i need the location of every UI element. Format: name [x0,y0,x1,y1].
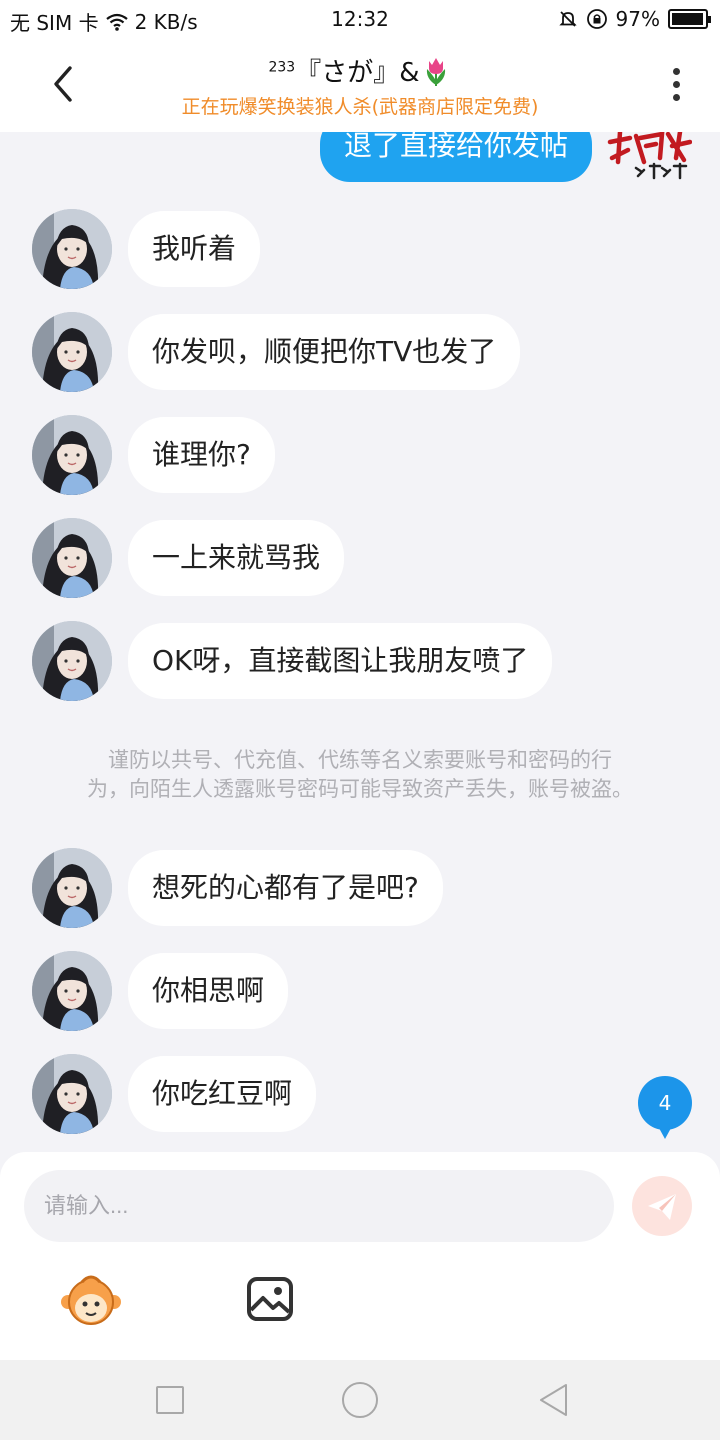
message-row: 你发呗，顺便把你TV也发了 [0,312,720,392]
contact-avatar[interactable] [32,848,112,928]
battery-percent: 97% [615,7,660,31]
recent-apps-button[interactable] [156,1386,184,1414]
contact-avatar[interactable] [32,209,112,289]
home-button[interactable] [342,1382,378,1418]
contact-avatar[interactable] [32,951,112,1031]
message-bubble[interactable]: 你相思啊 [128,953,289,1029]
message-bubble[interactable]: 你发呗，顺便把你TV也发了 [128,314,521,390]
message-row: 想死的心都有了是吧? [0,848,720,928]
contact-avatar[interactable] [32,518,112,598]
rotation-lock-icon [586,9,607,29]
message-bubble[interactable]: 想死的心都有了是吧? [128,850,443,926]
tulip-icon [426,58,445,86]
contact-avatar[interactable] [32,415,112,495]
portrait-image [32,415,112,495]
sent-avatar[interactable] [606,132,692,182]
portrait-image [32,312,112,392]
message-input[interactable] [24,1170,614,1242]
nav-back-icon[interactable] [536,1382,572,1418]
message-bubble[interactable]: OK呀，直接截图让我朋友喷了 [128,623,553,699]
chat-title: 233『さが』& [0,52,720,89]
message-row: OK呀，直接截图让我朋友喷了 [0,621,720,701]
contact-avatar[interactable] [32,621,112,701]
notice-line-1: 谨防以共号、代充值、代练等名义索要账号和密码的行 [108,748,612,772]
portrait-image [32,1054,112,1134]
input-panel [0,1152,720,1360]
status-right: 97% [558,7,711,31]
portrait-image [32,848,112,928]
contact-avatar[interactable] [32,312,112,392]
message-bubble[interactable]: 你吃红豆啊 [128,1056,317,1132]
status-bar: 无 SIM 卡 2 KB/s 12:32 97% [0,0,720,40]
message-row: 你相思啊 [0,951,720,1031]
title-text: 『さが』& [295,58,420,88]
battery-fill [672,13,704,25]
message-bubble[interactable]: 我听着 [128,211,261,287]
send-button[interactable] [632,1176,692,1236]
message-bubble[interactable]: 谁理你? [128,417,275,493]
contact-avatar[interactable] [32,1054,112,1134]
unread-count-badge[interactable]: 4 [638,1076,692,1139]
more-options-icon[interactable] [670,68,682,104]
message-bubble[interactable]: 一上来就骂我 [128,520,345,596]
security-notice: 谨防以共号、代充值、代练等名义索要账号和密码的行 为，向陌生人透露账号密码可能导… [56,746,664,804]
game-status[interactable]: 正在玩爆笑换装狼人杀(武器商店限定免费) [0,92,720,119]
sent-message-bubble[interactable]: 退了直接给你发帖 [319,132,592,182]
message-row: 我听着 [0,209,720,289]
system-nav-bar [0,1360,720,1440]
portrait-image [32,209,112,289]
portrait-image [32,951,112,1031]
battery-icon [668,9,711,29]
message-row: 你吃红豆啊 [0,1054,720,1134]
mute-bell-icon [558,11,577,27]
portrait-image [32,621,112,701]
emoji-sticker-icon[interactable] [60,1272,122,1328]
message-row: 谁理你? [0,415,720,495]
image-picker-icon[interactable] [246,1276,294,1322]
chat-header: 233『さが』& 正在玩爆笑换装狼人杀(武器商店限定免费) [0,40,720,132]
title-prefix: 233 [268,59,296,76]
message-row: 一上来就骂我 [0,518,720,598]
paper-plane-icon [648,1194,676,1220]
portrait-image [32,518,112,598]
message-list[interactable]: 退了直接给你发帖 我听着 你发呗，顺便把你TV也发了 谁理你? 一上来就骂我 O… [0,132,720,1152]
notice-line-2: 为，向陌生人透露账号密码可能导致资产丢失，账号被盗。 [87,777,633,801]
